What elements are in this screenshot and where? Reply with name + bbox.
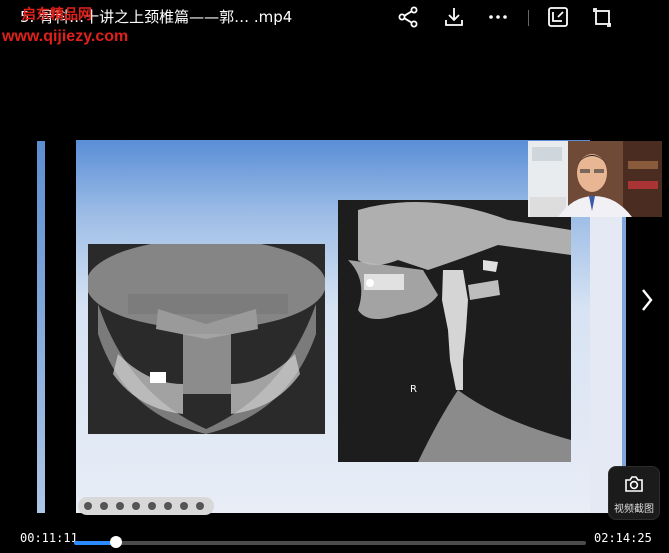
presenter-webcam-inset [528, 141, 662, 217]
toolbar-dot-icon[interactable] [180, 502, 188, 510]
progress-thumb[interactable] [110, 536, 122, 548]
collapse-chevron-icon[interactable] [196, 502, 204, 510]
xray-ap-open-mouth-image [88, 244, 325, 434]
playback-bar: 00:11:11 02:14:25 [0, 524, 669, 553]
screenshot-label: 视频截图 [614, 504, 654, 515]
pen-icon[interactable] [116, 502, 124, 510]
previous-slide-edge [37, 141, 45, 513]
toolbar-dot-icon[interactable] [100, 502, 108, 510]
progress-track[interactable] [74, 541, 586, 545]
fullscreen-icon[interactable] [590, 5, 614, 29]
toolbar-dot-icon[interactable] [84, 502, 92, 510]
toolbar-divider [528, 10, 529, 26]
next-chevron-icon[interactable] [638, 286, 656, 314]
xray-lateral-cervical-image: R [338, 200, 571, 462]
share-icon[interactable] [396, 5, 420, 29]
toolbar-dot-icon[interactable] [148, 502, 156, 510]
xray-side-marker: R [410, 384, 417, 395]
more-icon[interactable] [486, 5, 510, 29]
camera-icon [625, 476, 643, 492]
toolbar-dot-icon[interactable] [164, 502, 172, 510]
watermark-url: www.qijiezy.com [2, 28, 129, 45]
watermark-site-name: 启东精品网 [22, 7, 92, 23]
total-time: 02:14:25 [594, 531, 652, 545]
video-screenshot-button[interactable]: 视频截图 [608, 466, 660, 520]
toolbar-dot-icon[interactable] [132, 502, 140, 510]
download-icon[interactable] [442, 5, 466, 29]
screenshot-crop-icon[interactable] [546, 5, 570, 29]
slide-toolbar[interactable] [78, 497, 214, 515]
current-time: 00:11:11 [20, 531, 78, 545]
